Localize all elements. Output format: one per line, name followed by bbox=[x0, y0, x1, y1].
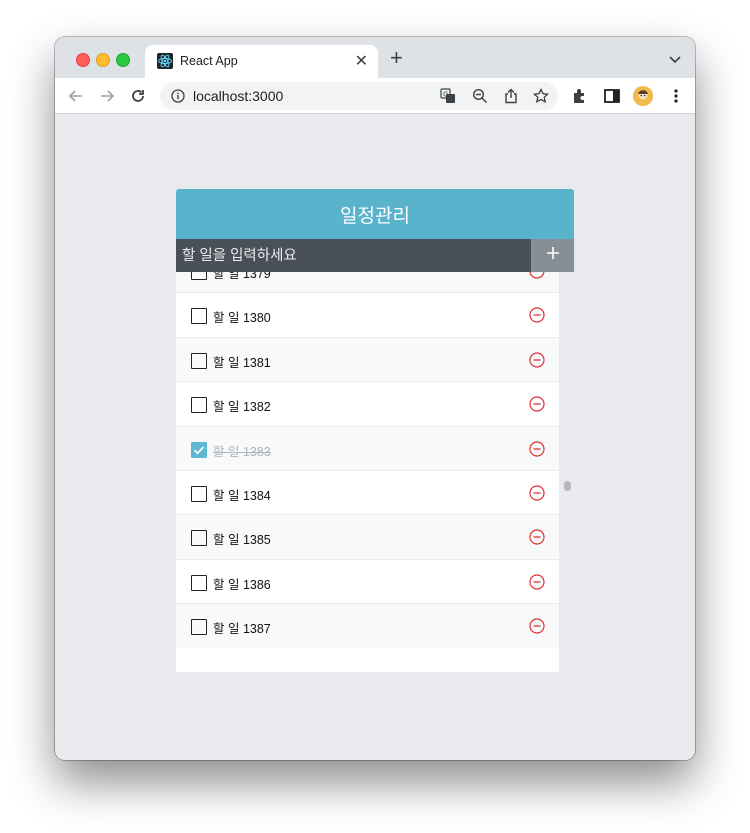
checkbox-icon[interactable] bbox=[191, 619, 207, 636]
info-icon[interactable] bbox=[171, 89, 185, 103]
todo-list-item[interactable]: 할 일 1379 bbox=[176, 272, 559, 293]
checkbox-icon[interactable] bbox=[191, 530, 207, 547]
remove-icon[interactable] bbox=[529, 574, 545, 590]
star-icon[interactable] bbox=[532, 87, 550, 104]
remove-icon[interactable] bbox=[529, 272, 545, 279]
url-text: localhost:3000 bbox=[193, 88, 284, 104]
window-close-button[interactable] bbox=[76, 53, 90, 67]
add-todo-button[interactable] bbox=[531, 239, 574, 272]
todo-list-item[interactable]: 할 일 1385 bbox=[176, 514, 559, 560]
browser-toolbar: localhost:3000 G bbox=[55, 78, 695, 114]
checkbox-icon[interactable] bbox=[191, 486, 207, 502]
todo-list-item[interactable]: 할 일 1382 bbox=[176, 381, 559, 427]
todo-list-item[interactable]: 할 일 1383 bbox=[176, 425, 559, 471]
remove-icon[interactable] bbox=[529, 529, 545, 545]
tab-title: React App bbox=[180, 54, 238, 68]
remove-icon[interactable] bbox=[529, 440, 545, 457]
todo-list-item[interactable]: 할 일 1380 bbox=[176, 292, 559, 338]
profile-avatar[interactable] bbox=[633, 86, 653, 106]
checkbox-icon[interactable] bbox=[191, 352, 207, 369]
todo-text: 할 일 1381 bbox=[213, 355, 271, 370]
svg-text:G: G bbox=[443, 91, 448, 99]
plus-icon bbox=[546, 246, 560, 265]
close-icon[interactable]: ✕ bbox=[355, 51, 368, 71]
todo-text: 할 일 1384 bbox=[213, 489, 271, 503]
translate-icon[interactable]: G bbox=[440, 88, 456, 104]
checkbox-icon[interactable] bbox=[191, 272, 207, 280]
todo-list-item[interactable]: 할 일 1387 bbox=[176, 603, 559, 649]
todo-text: 할 일 1386 bbox=[213, 577, 271, 592]
chevron-down-icon[interactable] bbox=[669, 51, 681, 69]
todo-list-item[interactable]: 할 일 1384 bbox=[176, 470, 559, 515]
window-maximize-button[interactable] bbox=[116, 53, 130, 67]
todo-list-item[interactable]: 할 일 1386 bbox=[176, 558, 559, 604]
todo-list-item[interactable]: 할 일 1381 bbox=[176, 336, 559, 382]
todo-text: 할 일 1385 bbox=[213, 533, 271, 548]
todo-template: 일정관리 할 일 1379할 일 1380할 일 1381할 일 1382할 일… bbox=[176, 189, 574, 672]
checkbox-icon[interactable] bbox=[191, 441, 207, 458]
scrollbar[interactable] bbox=[559, 272, 574, 672]
todo-text: 할 일 1382 bbox=[213, 400, 271, 415]
todo-text: 할 일 1387 bbox=[213, 622, 271, 637]
plus-icon[interactable]: + bbox=[390, 47, 403, 69]
todo-insert-form bbox=[176, 239, 574, 272]
browser-tab[interactable]: React App ✕ bbox=[145, 45, 378, 78]
todo-text: 할 일 1379 bbox=[213, 272, 271, 281]
todo-input[interactable] bbox=[176, 239, 537, 272]
extensions-icon[interactable] bbox=[571, 87, 589, 105]
side-panel-icon[interactable] bbox=[603, 87, 621, 105]
checkbox-icon[interactable] bbox=[191, 574, 207, 591]
remove-icon[interactable] bbox=[529, 352, 545, 368]
remove-icon[interactable] bbox=[529, 396, 545, 412]
checkbox-icon[interactable] bbox=[191, 308, 207, 325]
share-icon[interactable] bbox=[503, 88, 519, 104]
back-icon[interactable] bbox=[66, 86, 86, 106]
remove-icon[interactable] bbox=[529, 485, 545, 501]
checkbox-icon[interactable] bbox=[191, 397, 207, 414]
todo-text: 할 일 1383 bbox=[213, 444, 271, 459]
app-title: 일정관리 bbox=[176, 189, 574, 239]
forward-icon[interactable] bbox=[97, 86, 117, 106]
reload-icon[interactable] bbox=[128, 86, 148, 106]
todo-list[interactable]: 할 일 1379 할 일 1380 할 일 1381 할 일 1382 할 일 1383… bbox=[176, 272, 559, 672]
browser-window: React App ✕ + localhost:3000 G 일정관리 할 일을… bbox=[55, 37, 695, 760]
zoom-icon[interactable] bbox=[472, 88, 488, 104]
page-viewport: 일정관리 할 일 1379할 일 1380할 일 1381할 일 1382할 일… bbox=[55, 114, 695, 760]
remove-icon[interactable] bbox=[529, 307, 545, 323]
window-minimize-button[interactable] bbox=[96, 53, 110, 67]
kebab-menu-icon[interactable] bbox=[667, 87, 685, 105]
remove-icon[interactable] bbox=[529, 618, 545, 634]
todo-text: 할 일 1380 bbox=[213, 311, 271, 326]
tab-strip: React App ✕ + bbox=[55, 37, 695, 78]
react-icon bbox=[157, 53, 173, 69]
scrollbar-thumb[interactable] bbox=[564, 481, 571, 491]
address-bar[interactable]: localhost:3000 G bbox=[160, 82, 558, 110]
